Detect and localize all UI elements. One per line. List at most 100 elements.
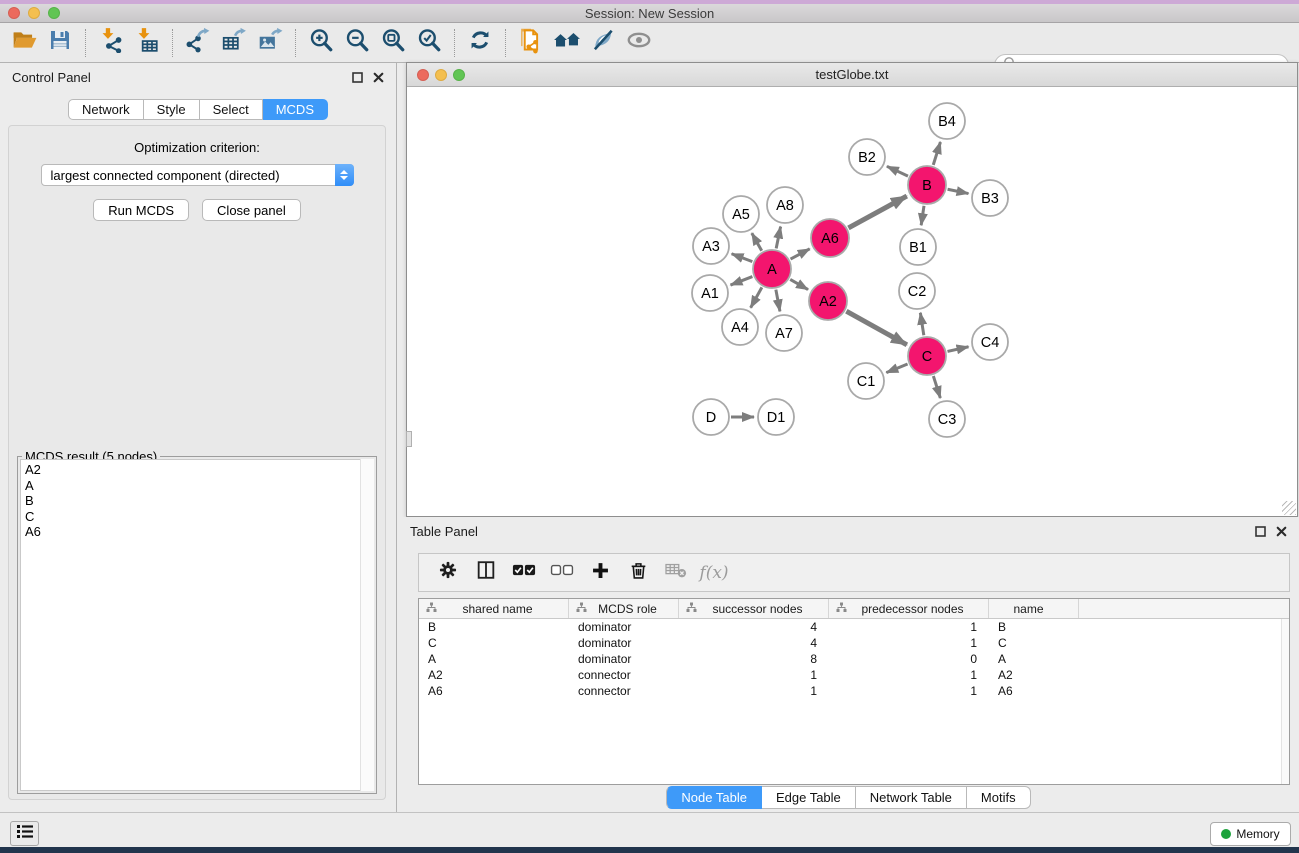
- graph-edge-C-C1[interactable]: [886, 364, 907, 373]
- float-panel-icon[interactable]: [352, 72, 363, 83]
- column-header[interactable]: MCDS role: [569, 599, 679, 618]
- graph-edge-B-B3[interactable]: [948, 189, 969, 193]
- float-table-panel-icon[interactable]: [1255, 526, 1266, 537]
- zoom-selected-button[interactable]: [411, 26, 447, 60]
- network-canvas[interactable]: B4B2BB3A8A5A6B1A3AC2A1A2A4A7C4CC1C3DD1: [407, 87, 1297, 516]
- graph-edge-C-C3[interactable]: [933, 376, 940, 398]
- result-item[interactable]: C: [25, 509, 373, 525]
- graph-edge-A-A7[interactable]: [776, 290, 780, 312]
- tab-select[interactable]: Select: [200, 99, 263, 120]
- import-table-button[interactable]: [129, 26, 165, 60]
- table-row[interactable]: A6connector11A6: [419, 683, 1289, 699]
- tab-motifs[interactable]: Motifs: [967, 786, 1031, 809]
- delete-column-button[interactable]: [619, 557, 657, 589]
- graph-edge-A2-C[interactable]: [846, 311, 907, 345]
- close-panel-icon[interactable]: [373, 72, 384, 83]
- table-cell[interactable]: B: [419, 620, 569, 634]
- table-row[interactable]: A2connector11A2: [419, 667, 1289, 683]
- resize-grip[interactable]: [1282, 501, 1296, 515]
- show-all-button[interactable]: [549, 26, 585, 60]
- close-table-panel-icon[interactable]: [1276, 526, 1287, 537]
- mcds-result-list[interactable]: A2ABCA6: [20, 459, 374, 791]
- table-cell[interactable]: 8: [679, 652, 829, 666]
- export-network-button[interactable]: [180, 26, 216, 60]
- open-session-button[interactable]: [6, 26, 42, 60]
- table-cell[interactable]: C: [419, 636, 569, 650]
- save-session-button[interactable]: [42, 26, 78, 60]
- select-all-button[interactable]: [505, 557, 543, 589]
- tab-network-table[interactable]: Network Table: [856, 786, 967, 809]
- export-table-button[interactable]: [216, 26, 252, 60]
- network-from-file-button[interactable]: [513, 26, 549, 60]
- table-cell[interactable]: A: [989, 652, 1079, 666]
- table-row[interactable]: Bdominator41B: [419, 619, 1289, 635]
- tab-mcds[interactable]: MCDS: [263, 99, 328, 120]
- table-cell[interactable]: A6: [989, 684, 1079, 698]
- zoom-in-button[interactable]: [303, 26, 339, 60]
- table-cell[interactable]: 1: [829, 684, 989, 698]
- tab-edge-table[interactable]: Edge Table: [762, 786, 856, 809]
- graph-edge-A6-B[interactable]: [848, 196, 906, 228]
- zoom-fit-button[interactable]: [375, 26, 411, 60]
- function-builder-button[interactable]: f(x): [695, 557, 733, 589]
- table-cell[interactable]: 1: [829, 668, 989, 682]
- close-panel-button[interactable]: Close panel: [202, 199, 301, 221]
- network-window-titlebar[interactable]: testGlobe.txt: [407, 63, 1297, 87]
- tab-style[interactable]: Style: [144, 99, 200, 120]
- table-cell[interactable]: B: [989, 620, 1079, 634]
- table-cell[interactable]: 1: [679, 668, 829, 682]
- column-header[interactable]: name: [989, 599, 1079, 618]
- table-cell[interactable]: A6: [419, 684, 569, 698]
- graph-edge-A-A1[interactable]: [731, 277, 753, 285]
- graph-edge-C-C4[interactable]: [947, 347, 968, 352]
- result-item[interactable]: B: [25, 493, 373, 509]
- delete-table-button[interactable]: [657, 557, 695, 589]
- graph-edge-B-B2[interactable]: [887, 166, 908, 176]
- table-cell[interactable]: A: [419, 652, 569, 666]
- result-item[interactable]: A6: [25, 524, 373, 540]
- graph-edge-A-A2[interactable]: [790, 279, 808, 289]
- graph-edge-B-B1[interactable]: [921, 206, 924, 225]
- table-cell[interactable]: 1: [829, 620, 989, 634]
- export-image-button[interactable]: [252, 26, 288, 60]
- tab-node-table[interactable]: Node Table: [666, 786, 762, 809]
- table-settings-button[interactable]: [429, 557, 467, 589]
- table-cell[interactable]: 1: [679, 684, 829, 698]
- table-cell[interactable]: 4: [679, 636, 829, 650]
- table-cell[interactable]: A2: [989, 668, 1079, 682]
- tab-network[interactable]: Network: [68, 99, 144, 120]
- show-hidden-button[interactable]: [621, 26, 657, 60]
- task-history-button[interactable]: [10, 821, 39, 846]
- splitpane-handle[interactable]: [406, 431, 412, 447]
- column-header[interactable]: predecessor nodes: [829, 599, 989, 618]
- graph-edge-A-A6[interactable]: [791, 249, 810, 259]
- graph-edge-A-A8[interactable]: [776, 227, 780, 249]
- show-columns-button[interactable]: [467, 557, 505, 589]
- table-cell[interactable]: connector: [569, 668, 679, 682]
- column-header[interactable]: successor nodes: [679, 599, 829, 618]
- table-cell[interactable]: 1: [829, 636, 989, 650]
- graph-edge-C-C2[interactable]: [920, 313, 923, 336]
- unselect-all-button[interactable]: [543, 557, 581, 589]
- table-cell[interactable]: 4: [679, 620, 829, 634]
- table-cell[interactable]: dominator: [569, 620, 679, 634]
- table-cell[interactable]: A2: [419, 668, 569, 682]
- import-network-button[interactable]: [93, 26, 129, 60]
- graph-edge-A-A5[interactable]: [752, 233, 762, 251]
- table-row[interactable]: Adominator80A: [419, 651, 1289, 667]
- table-cell[interactable]: connector: [569, 684, 679, 698]
- add-column-button[interactable]: [581, 557, 619, 589]
- graph-edge-B-B4[interactable]: [933, 142, 940, 165]
- run-mcds-button[interactable]: Run MCDS: [93, 199, 189, 221]
- graph-edge-A-A4[interactable]: [751, 287, 762, 307]
- refresh-button[interactable]: [462, 26, 498, 60]
- column-header[interactable]: shared name: [419, 599, 569, 618]
- result-item[interactable]: A2: [25, 462, 373, 478]
- criterion-dropdown[interactable]: largest connected component (directed): [41, 164, 354, 186]
- zoom-out-button[interactable]: [339, 26, 375, 60]
- result-scrollbar[interactable]: [360, 459, 374, 791]
- memory-button[interactable]: Memory: [1210, 822, 1291, 846]
- table-cell[interactable]: 0: [829, 652, 989, 666]
- graph-edge-A-A3[interactable]: [732, 254, 753, 262]
- result-item[interactable]: A: [25, 478, 373, 494]
